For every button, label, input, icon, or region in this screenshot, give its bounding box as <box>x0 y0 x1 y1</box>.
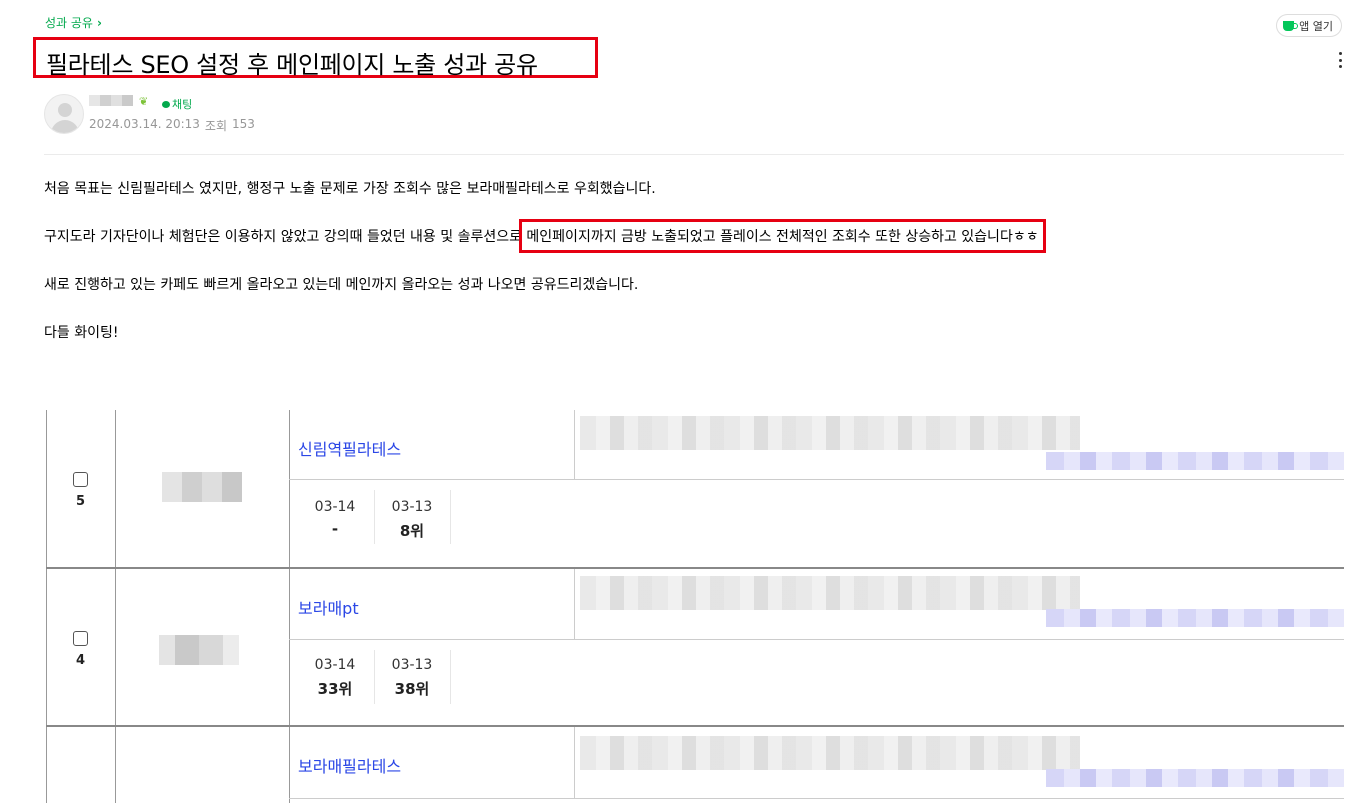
keyword-link[interactable]: 보라매필라테스 <box>298 753 401 777</box>
views-label: 조회 <box>204 119 228 133</box>
blurred-description <box>580 416 1080 450</box>
app-open-button[interactable]: 앱 열기 <box>1276 14 1342 37</box>
paragraph-2-text: 구지도라 기자단이나 체험단은 이용하지 않았고 강의때 들었던 내용 및 솔루… <box>44 229 527 245</box>
date-label: 03-14 <box>314 499 356 515</box>
app-cup-icon <box>1283 20 1299 31</box>
chevron-right-icon: › <box>96 15 102 30</box>
blurred-description <box>580 736 1080 770</box>
app-open-label: 앱 열기 <box>1299 19 1333 33</box>
chat-bubble-icon <box>162 100 170 108</box>
paragraph-4: 다들 화이팅! <box>44 325 119 341</box>
post-date: 2024.03.14. 20:13 <box>89 117 200 131</box>
views-count: 153 <box>232 117 255 131</box>
date-label: 03-14 <box>314 657 356 673</box>
keyword-link[interactable]: 보라매pt <box>298 595 359 619</box>
paragraph-1: 처음 목표는 신림필라테스 였지만, 행정구 노출 문제로 가장 조회수 많은 … <box>44 181 656 197</box>
place-name-blurred <box>159 635 239 665</box>
keyword-link[interactable]: 신림역필라테스 <box>298 436 401 460</box>
blurred-link <box>1046 769 1344 787</box>
rank-number: 5 <box>76 494 86 509</box>
title-highlight-box: 필라테스 SEO 설정 후 메인페이지 노출 성과 공유 <box>33 37 598 79</box>
rank-value: 38위 <box>394 680 430 698</box>
blurred-link <box>1046 609 1344 627</box>
rank-number: 4 <box>76 653 86 668</box>
avatar[interactable] <box>44 94 84 134</box>
author-name-blurred[interactable] <box>89 95 133 106</box>
divider <box>44 154 1344 155</box>
rank-value: - <box>331 520 339 538</box>
paragraph-3: 새로 진행하고 있는 카페도 빠르게 올라오고 있는데 메인까지 올라오는 성과… <box>44 277 639 293</box>
breadcrumb[interactable]: 성과 공유 › <box>45 14 102 31</box>
date-label: 03-13 <box>391 499 433 515</box>
rank-value: 33위 <box>317 680 353 698</box>
chat-label: 채팅 <box>172 98 193 111</box>
chat-button[interactable]: 채팅 <box>162 96 192 112</box>
blurred-description <box>580 576 1080 610</box>
blurred-link <box>1046 452 1344 470</box>
date-label: 03-13 <box>391 657 433 673</box>
checkbox-icon[interactable] <box>73 631 88 646</box>
checkbox-icon[interactable] <box>73 472 88 487</box>
sprout-icon: ❦ <box>139 95 149 108</box>
place-name-blurred <box>162 472 242 502</box>
more-vertical-icon[interactable] <box>1338 52 1342 68</box>
rank-value: 8위 <box>399 522 425 540</box>
paragraph-2-highlight: 메인페이지까지 금방 노출되었고 플레이스 전체적인 조회수 또한 상승하고 있… <box>519 219 1046 253</box>
post-meta: 2024.03.14. 20:13 조회 153 <box>89 117 255 134</box>
breadcrumb-label[interactable]: 성과 공유 <box>45 14 93 31</box>
paragraph-2: 구지도라 기자단이나 체험단은 이용하지 않았고 강의때 들었던 내용 및 솔루… <box>44 219 1046 253</box>
page-title: 필라테스 SEO 설정 후 메인페이지 노출 성과 공유 <box>46 51 538 79</box>
ranking-table-image: 5 신림역필라테스 03-14 - 03-13 8위 4 보라매pt 03-14… <box>46 410 1344 803</box>
